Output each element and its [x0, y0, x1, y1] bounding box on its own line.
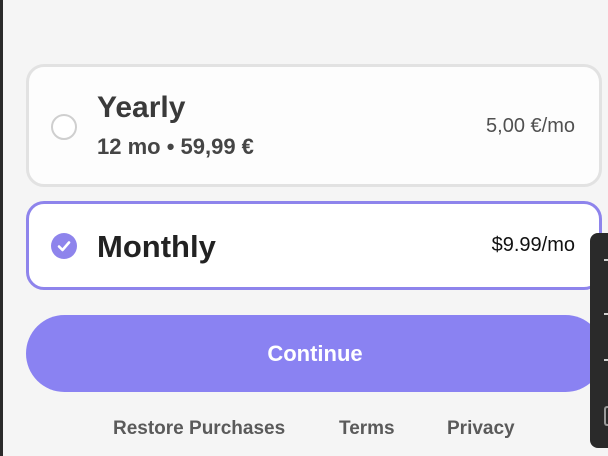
plan-title-monthly: Monthly [97, 229, 216, 264]
plan-price-monthly: $9.99/mo [491, 234, 575, 256]
check-circle-icon[interactable] [51, 233, 77, 259]
toolbar-box-icon [604, 406, 608, 426]
side-toolbar-panel[interactable] [590, 233, 608, 448]
continue-button[interactable]: Continue [26, 315, 604, 392]
plan-option-yearly[interactable]: Yearly 12 mo • 59,99 € 5,00 €/mo [26, 64, 602, 187]
terms-link[interactable]: Terms [339, 418, 395, 440]
toolbar-tick [604, 359, 608, 361]
toolbar-tick [604, 259, 608, 261]
restore-purchases-link[interactable]: Restore Purchases [113, 418, 285, 440]
window-left-edge [0, 0, 3, 456]
plan-price-yearly: 5,00 €/mo [486, 115, 575, 137]
plan-option-monthly[interactable]: Monthly $9.99/mo [26, 201, 602, 290]
radio-empty-icon[interactable] [51, 114, 77, 140]
privacy-link[interactable]: Privacy [447, 418, 515, 440]
plan-title-yearly: Yearly [97, 91, 186, 124]
toolbar-tick [604, 313, 608, 315]
plan-subtitle-yearly: 12 mo • 59,99 € [97, 134, 254, 159]
